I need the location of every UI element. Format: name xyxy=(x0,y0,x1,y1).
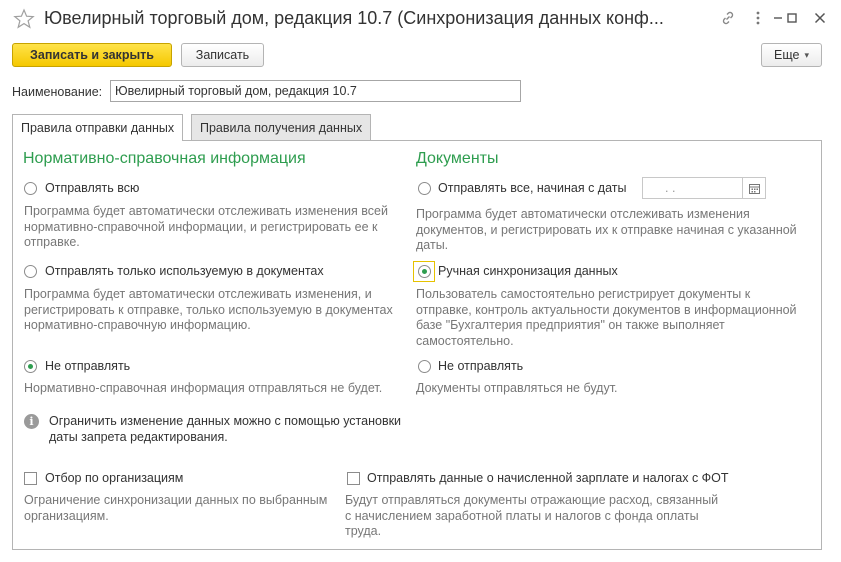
save-and-close-button[interactable]: Записать и закрыть xyxy=(12,43,172,67)
docs-send-from-date-desc: Программа будет автоматически отслеживат… xyxy=(416,207,797,252)
nsi-send-all-desc: Программа будет автоматически отслеживат… xyxy=(24,204,388,249)
filter-by-org-label: Отбор по организациям xyxy=(45,471,184,485)
save-button[interactable]: Записать xyxy=(181,43,264,67)
info-icon: i xyxy=(24,414,39,429)
nsi-dont-send-radio[interactable] xyxy=(24,360,37,373)
more-label: Еще xyxy=(774,48,800,62)
nsi-send-used-radio[interactable] xyxy=(24,265,37,278)
more-vertical-icon[interactable] xyxy=(750,10,766,26)
nsi-dont-send-desc: Нормативно-справочная информация отправл… xyxy=(24,381,383,395)
tab-send-rules[interactable]: Правила отправки данных xyxy=(12,114,184,141)
docs-dont-send-desc: Документы отправляться не будут. xyxy=(416,381,618,395)
nsi-send-all-radio[interactable] xyxy=(24,182,37,195)
maximize-icon[interactable] xyxy=(784,10,800,26)
nsi-dont-send-label: Не отправлять xyxy=(45,359,131,373)
docs-header: Документы xyxy=(416,150,499,167)
docs-manual-sync-desc: Пользователь самостоятельно регистрирует… xyxy=(416,287,797,348)
docs-dont-send-label: Не отправлять xyxy=(438,359,524,373)
date-placeholder: . . xyxy=(665,181,676,195)
send-payroll-desc: Будут отправляться документы отражающие … xyxy=(345,493,719,538)
docs-manual-sync-label: Ручная синхронизация данных xyxy=(438,264,618,278)
docs-send-from-date-label: Отправлять все, начиная с даты xyxy=(438,181,627,195)
docs-date-input[interactable]: . . xyxy=(642,177,766,199)
filter-by-org-checkbox[interactable] xyxy=(24,472,37,485)
docs-dont-send-radio[interactable] xyxy=(418,360,431,373)
docs-manual-sync-radio[interactable] xyxy=(418,265,431,278)
docs-send-from-date-radio[interactable] xyxy=(418,182,431,195)
star-icon[interactable] xyxy=(13,8,35,30)
name-input[interactable] xyxy=(110,80,521,102)
close-icon[interactable] xyxy=(812,10,828,26)
nsi-send-used-desc: Программа будет автоматически отслеживат… xyxy=(24,287,393,332)
tab-receive-rules[interactable]: Правила получения данных xyxy=(191,114,372,140)
more-button[interactable]: Еще ▾ xyxy=(761,43,822,67)
send-payroll-checkbox[interactable] xyxy=(347,472,360,485)
calendar-icon[interactable] xyxy=(742,178,765,198)
filter-by-org-desc: Ограничение синхронизации данных по выбр… xyxy=(24,493,328,523)
chevron-down-icon: ▾ xyxy=(804,49,809,60)
nsi-send-used-label: Отправлять только используемую в докумен… xyxy=(45,264,324,278)
nsi-send-all-label: Отправлять всю xyxy=(45,181,140,195)
info-note: Ограничить изменение данных можно с помо… xyxy=(49,414,402,444)
link-icon[interactable] xyxy=(720,10,736,26)
send-payroll-label: Отправлять данные о начисленной зарплате… xyxy=(367,471,729,485)
name-label: Наименование: xyxy=(12,85,103,99)
nsi-header: Нормативно-справочная информация xyxy=(23,150,306,167)
window-title: Ювелирный торговый дом, редакция 10.7 (С… xyxy=(44,8,664,28)
